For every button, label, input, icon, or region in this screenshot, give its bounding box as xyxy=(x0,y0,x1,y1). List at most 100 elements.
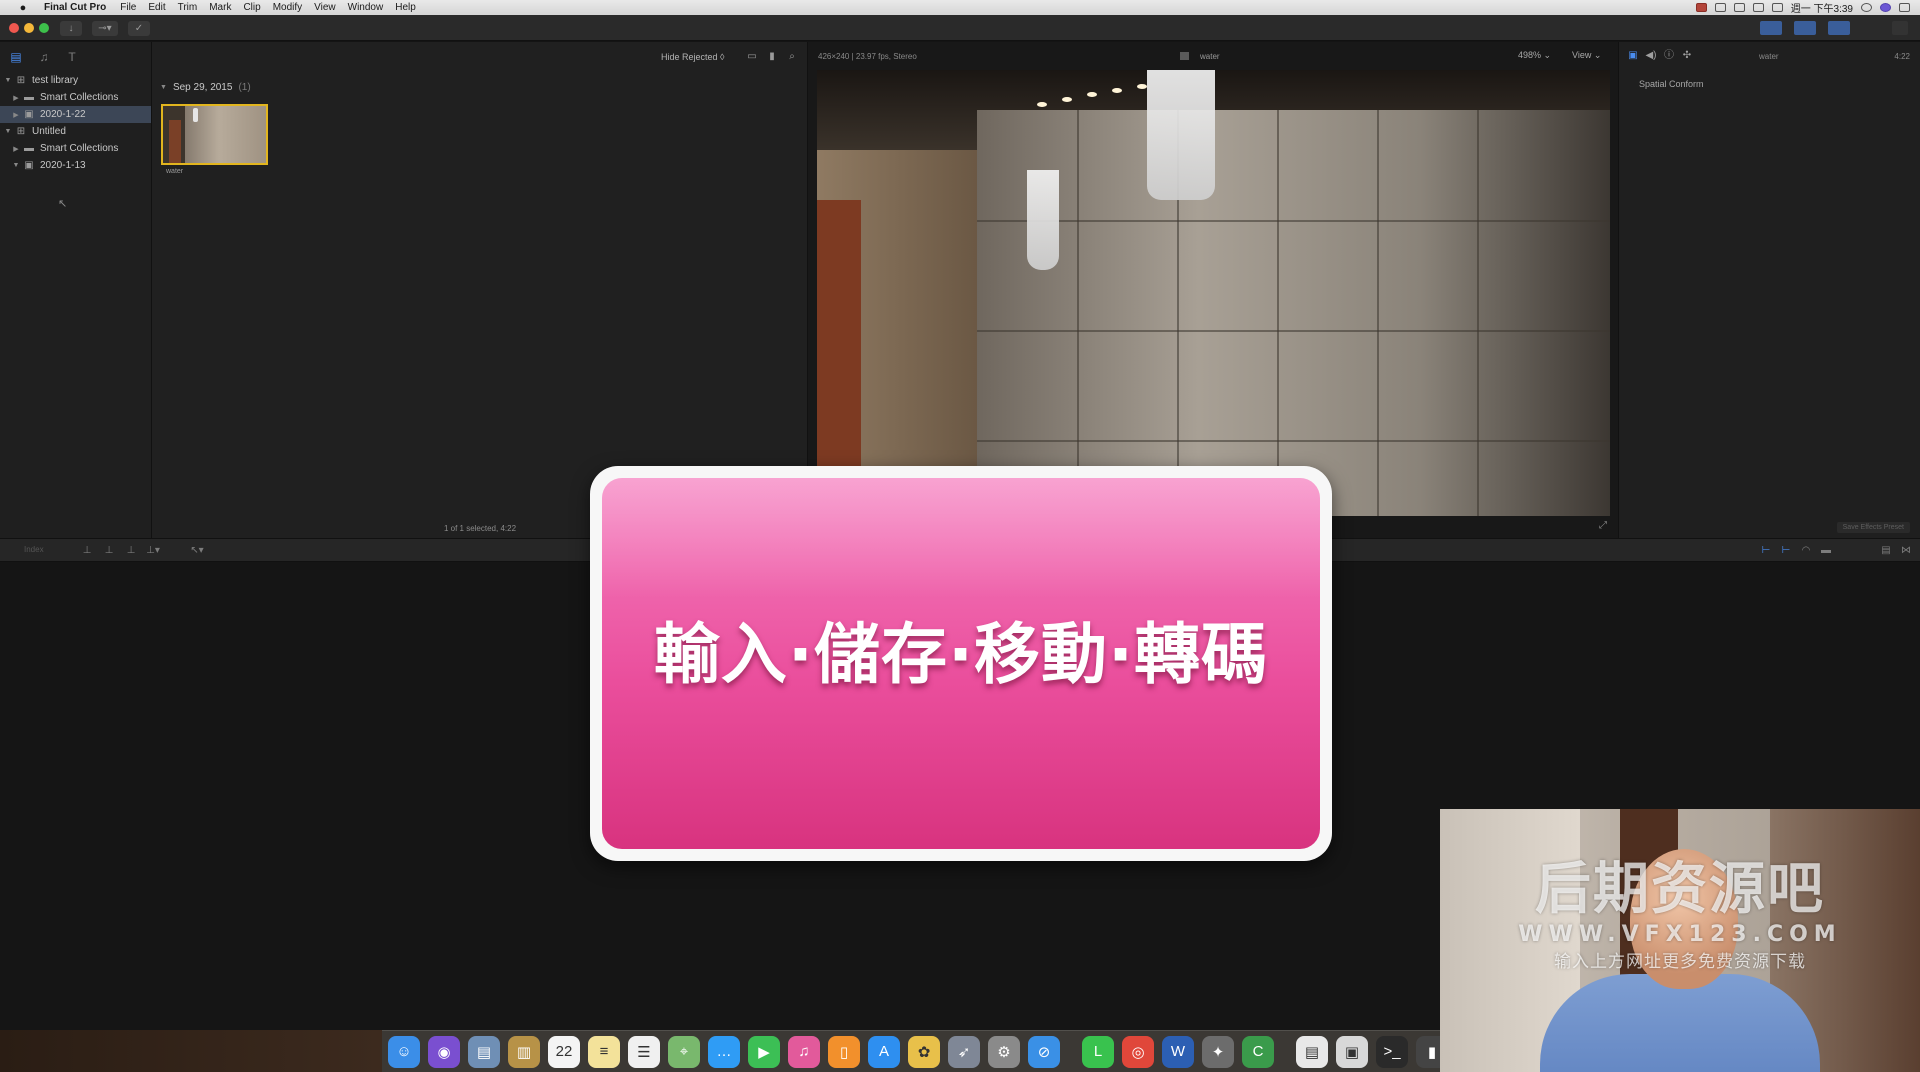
append-clip-icon[interactable]: ⊥ xyxy=(124,545,138,557)
menu-trim[interactable]: Trim xyxy=(178,2,198,13)
viewer-view-menu[interactable]: View ⌄ xyxy=(1572,50,1601,61)
menu-modify[interactable]: Modify xyxy=(273,2,302,13)
motion-icon[interactable]: C xyxy=(1242,1035,1274,1068)
effects-browser-icon[interactable]: ⋈ xyxy=(1898,545,1914,557)
minimize-window-button[interactable] xyxy=(24,23,34,33)
notes-icon[interactable]: ≡ xyxy=(588,1035,620,1068)
audio-inspector-tab-icon[interactable]: ◀) xyxy=(1645,50,1657,62)
date-group-header[interactable]: ▼ Sep 29, 2015 (1) xyxy=(160,82,251,93)
terminal-icon[interactable]: >_ xyxy=(1376,1035,1408,1068)
fullscreen-icon[interactable]: ⤢ xyxy=(1597,520,1609,532)
sidebar-item-smart-collections[interactable]: ▶ ▬ Smart Collections xyxy=(0,89,151,106)
clip-appearance-timeline-icon[interactable]: ▤ xyxy=(1878,545,1894,557)
photos-icon[interactable]: ✿ xyxy=(908,1035,940,1068)
show-browser-toggle-icon[interactable] xyxy=(1760,21,1782,35)
close-window-button[interactable] xyxy=(9,23,19,33)
reminders-icon[interactable]: ☰ xyxy=(628,1035,660,1068)
siri-icon[interactable]: ◉ xyxy=(428,1035,460,1068)
expand-triangle-icon[interactable]: ▼ xyxy=(2,128,14,135)
titles-generators-tab-icon[interactable]: T xyxy=(64,50,80,64)
video-frame[interactable] xyxy=(817,70,1610,516)
solo-icon[interactable]: ◠ xyxy=(1798,545,1814,557)
collapse-triangle-icon[interactable]: ▶ xyxy=(10,145,22,153)
app-store-icon[interactable]: A xyxy=(868,1035,900,1068)
menu-file[interactable]: File xyxy=(120,2,136,13)
messages-icon[interactable]: … xyxy=(708,1035,740,1068)
word-icon[interactable]: W xyxy=(1162,1035,1194,1068)
menu-mark[interactable]: Mark xyxy=(209,2,231,13)
keyword-button[interactable]: ⊸▾ xyxy=(92,21,118,36)
documents-icon[interactable]: ▤ xyxy=(1296,1035,1328,1068)
sidebar-item-smart-collections-2[interactable]: ▶ ▬ Smart Collections xyxy=(0,140,151,157)
final-cut-pro-icon[interactable]: ✦ xyxy=(1202,1035,1234,1068)
clip-filter-menu[interactable]: Hide Rejected ◊ xyxy=(661,52,724,62)
show-inspector-toggle-icon[interactable] xyxy=(1828,21,1850,35)
ibooks-icon[interactable]: ▯ xyxy=(828,1035,860,1068)
menu-edit[interactable]: Edit xyxy=(148,2,165,13)
screenshots-icon[interactable]: ▣ xyxy=(1336,1035,1368,1068)
system-preferences-icon[interactable]: ⚙ xyxy=(988,1035,1020,1068)
chrome-icon[interactable]: ◎ xyxy=(1122,1035,1154,1068)
menu-clip[interactable]: Clip xyxy=(243,2,260,13)
notes-folder-icon[interactable]: ▥ xyxy=(508,1035,540,1068)
menu-view[interactable]: View xyxy=(314,2,336,13)
overwrite-clip-icon[interactable]: ⊥▾ xyxy=(146,545,160,557)
flag-icon[interactable] xyxy=(1771,3,1783,12)
libraries-tab-icon[interactable]: ▤ xyxy=(8,50,24,64)
launchpad-icon[interactable]: ➶ xyxy=(948,1035,980,1068)
notification-center-icon[interactable] xyxy=(1899,3,1910,12)
expand-triangle-icon[interactable]: ▼ xyxy=(10,162,22,169)
select-tool-icon[interactable]: ↖▾ xyxy=(190,545,204,557)
insert-clip-icon[interactable]: ⊥ xyxy=(102,545,116,557)
share-icon[interactable] xyxy=(1892,21,1908,35)
sidebar-item-event-2020-1-22[interactable]: ▶ ▣ 2020-1-22 xyxy=(0,106,151,123)
safari-icon[interactable]: ⊘ xyxy=(1028,1035,1060,1068)
itunes-icon[interactable]: ♫ xyxy=(788,1035,820,1068)
photos-audio-tab-icon[interactable]: ♫ xyxy=(36,50,52,64)
background-tasks-button[interactable]: ✓ xyxy=(128,21,150,36)
zoom-window-button[interactable] xyxy=(39,23,49,33)
sidebar-item-event-2020-1-13[interactable]: ▼ ▣ 2020-1-13 xyxy=(0,157,151,174)
menu-help[interactable]: Help xyxy=(395,2,416,13)
menu-app-name[interactable]: Final Cut Pro xyxy=(44,2,106,13)
save-effects-preset-button[interactable]: Save Effects Preset xyxy=(1836,522,1910,533)
clip-appearance-icon[interactable]: ▭ xyxy=(746,51,758,63)
siri-menubar-icon[interactable] xyxy=(1880,3,1891,12)
show-timeline-toggle-icon[interactable] xyxy=(1794,21,1816,35)
disclosure-triangle-icon[interactable]: ▼ xyxy=(160,84,167,91)
menubar-clock[interactable]: 週一 下午3:39 xyxy=(1791,0,1853,15)
apple-menu-icon[interactable]: ● xyxy=(16,2,30,14)
share-inspector-tab-icon[interactable]: ✣ xyxy=(1681,50,1693,62)
line-icon[interactable]: L xyxy=(1082,1035,1114,1068)
calendar-icon[interactable]: 22 xyxy=(548,1035,580,1068)
sidebar-item-untitled[interactable]: ▼ ⊞ Untitled xyxy=(0,123,151,140)
expand-triangle-icon[interactable]: ▼ xyxy=(2,77,14,84)
maps-icon[interactable]: ⌖ xyxy=(668,1035,700,1068)
skimming-icon[interactable]: ⊢ xyxy=(1778,545,1794,557)
facetime-icon[interactable]: ▶ xyxy=(748,1035,780,1068)
sidebar-item-test-library[interactable]: ▼ ⊞ test library xyxy=(0,72,151,89)
preview-icon[interactable]: ▤ xyxy=(468,1035,500,1068)
search-icon[interactable]: ⌕ xyxy=(786,51,798,63)
menu-window[interactable]: Window xyxy=(348,2,384,13)
desktop-background xyxy=(0,1030,382,1072)
bluetooth-icon[interactable] xyxy=(1733,3,1745,12)
video-inspector-tab-icon[interactable]: ▣ xyxy=(1627,50,1639,62)
import-media-button[interactable]: ↓ xyxy=(60,21,82,36)
filmstrip-icon[interactable]: ▮ xyxy=(766,51,778,63)
info-inspector-tab-icon[interactable]: ⓘ xyxy=(1663,50,1675,62)
wifi-icon[interactable] xyxy=(1752,3,1764,12)
collapse-triangle-icon[interactable]: ▶ xyxy=(10,111,22,119)
viewer-zoom-menu[interactable]: 498% ⌄ xyxy=(1518,50,1551,61)
status-app-icon[interactable] xyxy=(1695,3,1707,12)
snapping-icon[interactable]: ▬ xyxy=(1818,545,1834,557)
spotlight-icon[interactable] xyxy=(1861,3,1872,12)
cloud-icon[interactable] xyxy=(1714,3,1726,12)
timeline-index-button[interactable]: Index xyxy=(24,545,44,554)
spatial-conform-section[interactable]: Spatial Conform xyxy=(1639,79,1704,89)
clip-thumbnail[interactable] xyxy=(161,104,268,165)
audio-skimming-icon[interactable]: ⊢ xyxy=(1758,545,1774,557)
collapse-triangle-icon[interactable]: ▶ xyxy=(10,94,22,102)
finder-icon[interactable]: ☺ xyxy=(388,1035,420,1068)
connect-clip-icon[interactable]: ⊥ xyxy=(80,545,94,557)
